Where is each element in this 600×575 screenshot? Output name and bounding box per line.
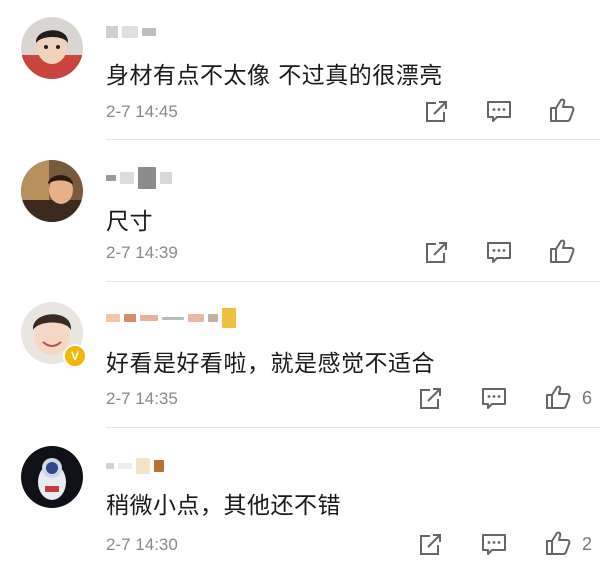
avatar[interactable] <box>21 17 83 79</box>
like-count: 6 <box>582 388 593 408</box>
share-icon[interactable] <box>422 99 450 125</box>
comment-text: 稍微小点，其他还不错 <box>106 493 341 519</box>
avatar[interactable] <box>21 160 83 222</box>
comment-icon[interactable] <box>485 99 513 125</box>
thumbs-up-icon[interactable] <box>548 238 576 264</box>
avatar[interactable] <box>21 446 83 508</box>
comment-text: 身材有点不太像 不过真的很漂亮 <box>106 63 443 89</box>
share-icon[interactable] <box>416 532 444 558</box>
thumbs-up-icon[interactable] <box>544 530 572 556</box>
verified-badge: V <box>63 344 87 368</box>
thumbs-up-icon[interactable] <box>548 97 576 123</box>
comment-time: 2-7 14:30 <box>106 535 178 554</box>
comment-item: V 好看是好看啦，就是感觉不适合 2-7 14:35 6 <box>0 282 600 428</box>
like-count: 2 <box>582 534 593 554</box>
username-obscured[interactable] <box>106 458 164 474</box>
comment-text: 好看是好看啦，就是感觉不适合 <box>106 351 435 377</box>
username-obscured[interactable] <box>106 167 172 189</box>
comment-item: 尺寸 2-7 14:39 <box>0 140 600 282</box>
share-icon[interactable] <box>416 386 444 412</box>
comment-text: 尺寸 <box>106 209 153 235</box>
share-icon[interactable] <box>422 240 450 266</box>
comment-icon[interactable] <box>480 386 508 412</box>
comment-time: 2-7 14:35 <box>106 389 178 408</box>
comment-icon[interactable] <box>485 240 513 266</box>
thumbs-up-icon[interactable] <box>544 384 572 410</box>
comment-icon[interactable] <box>480 532 508 558</box>
comment-item: 稍微小点，其他还不错 2-7 14:30 2 <box>0 428 600 575</box>
comment-item: 身材有点不太像 不过真的很漂亮 2-7 14:45 <box>0 0 600 140</box>
comment-time: 2-7 14:39 <box>106 243 178 262</box>
comment-time: 2-7 14:45 <box>106 102 178 121</box>
username-obscured[interactable] <box>106 308 236 328</box>
username-obscured[interactable] <box>106 24 156 40</box>
